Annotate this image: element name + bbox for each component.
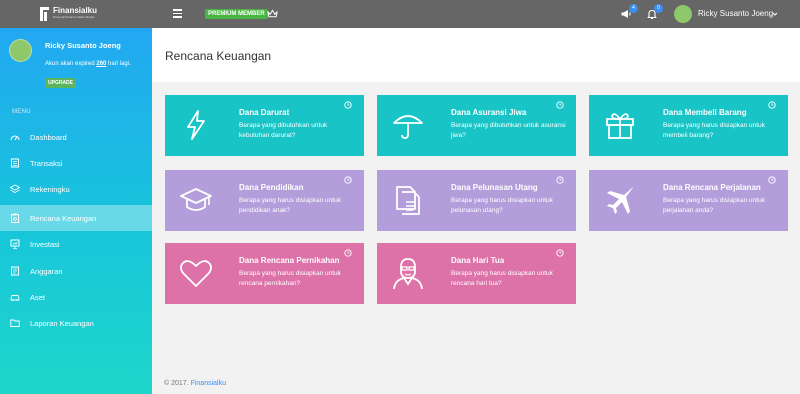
clipboard-icon [11, 213, 19, 223]
folder-icon [10, 319, 20, 327]
sidebar-item-label: Investasi [30, 239, 60, 249]
chevron-down-icon[interactable] [772, 11, 778, 17]
sidebar-item-label: Aset [30, 292, 46, 302]
bell-count-badge: 0 [654, 4, 663, 13]
card-title: Dana Asuransi Jiwa [451, 108, 527, 117]
plan-card-dana-darurat[interactable]: Dana Darurat Berapa yang dibutuhkan untu… [165, 95, 364, 156]
card-title: Dana Rencana Perjalanan [663, 183, 761, 192]
card-description: Berapa yang harus disiapkan untuk rencan… [239, 270, 341, 287]
menu-section-label: MENU [12, 109, 31, 115]
presentation-icon [10, 239, 20, 249]
card-title: Dana Rencana Pernikahan [239, 256, 340, 265]
sidebar-user-name: Ricky Susanto Joeng [45, 41, 121, 50]
car-icon [10, 295, 20, 301]
clock-icon [556, 249, 564, 257]
sidebar: Ricky Susanto Joeng Akun akan expired 26… [0, 28, 152, 394]
card-title: Dana Darurat [239, 108, 290, 117]
clock-icon [768, 176, 776, 184]
card-title: Dana Pendidikan [239, 183, 304, 192]
card-description: Berapa yang harus disiapkan untuk perjal… [663, 197, 765, 214]
footer-brand-link[interactable]: Finansialku [191, 380, 226, 387]
plan-card-dana-hari-tua[interactable]: Dana Hari Tua Berapa yang harus disiapka… [377, 243, 576, 304]
sidebar-item-investasi[interactable]: Investasi [0, 231, 152, 257]
logo[interactable]: Finansialku Personal Finance Made Simple [40, 5, 97, 21]
sidebar-item-aset[interactable]: Aset [0, 284, 152, 310]
premium-member-badge: PREMIUM MEMBER [205, 9, 268, 19]
card-description: Berapa yang harus disiapkan untuk membel… [663, 122, 765, 139]
sidebar-item-anggaran[interactable]: Anggaran [0, 258, 152, 284]
sidebar-item-label: Rencana Keuangan [30, 213, 97, 223]
crown-icon [267, 9, 278, 18]
sidebar-item-rencana-keuangan[interactable]: Rencana Keuangan [0, 205, 152, 231]
sidebar-item-label: Anggaran [30, 266, 63, 276]
clock-icon [556, 101, 564, 109]
card-description: Berapa yang harus disiapkan untuk pendid… [239, 197, 341, 214]
expiry-days: 260 [96, 61, 107, 67]
logo-mark-icon [40, 5, 50, 21]
card-title: Dana Hari Tua [451, 256, 505, 265]
logo-name: Finansialku [53, 6, 98, 15]
plan-card-dana-membeli-barang[interactable]: Dana Membeli Barang Berapa yang harus di… [589, 95, 788, 156]
card-description: Berapa yang harus disiapkan untuk rencan… [451, 270, 553, 287]
lightning-icon [187, 110, 205, 140]
upgrade-button[interactable]: UPGRADE [45, 78, 77, 88]
logo-tagline: Personal Finance Made Simple [53, 15, 95, 19]
card-description: Berapa yang dibutuhkan untuk asuransi ji… [451, 122, 566, 139]
clock-icon [344, 176, 352, 184]
transaction-icon [11, 158, 19, 168]
card-description: Berapa yang dibutuhkan untuk kebutuhan d… [239, 122, 328, 139]
copyright-text: © 2017. [164, 380, 191, 387]
top-bar: Finansialku Personal Finance Made Simple… [0, 0, 800, 28]
plan-card-dana-pelunasan-utang[interactable]: Dana Pelunasan Utang Berapa yang harus d… [377, 170, 576, 231]
avatar[interactable] [674, 5, 692, 23]
gift-icon [606, 113, 634, 139]
plan-card-dana-pendidikan[interactable]: Dana Pendidikan Berapa yang harus disiap… [165, 170, 364, 231]
documents-icon [396, 186, 420, 215]
heart-icon [180, 260, 212, 287]
clock-icon [344, 249, 352, 257]
sidebar-item-transaksi[interactable]: Transaksi [0, 150, 152, 176]
sidebar-item-laporan-keuangan[interactable]: Laporan Keuangan [0, 310, 152, 336]
plan-card-dana-rencana-perjalanan[interactable]: Dana Rencana Perjalanan Berapa yang haru… [589, 170, 788, 231]
umbrella-icon [393, 115, 423, 139]
sidebar-item-rekeningku[interactable]: Rekeningku [0, 176, 152, 202]
megaphone-count-badge: 4 [629, 4, 638, 13]
sidebar-item-label: Rekeningku [30, 184, 70, 194]
content-header: Rencana Keuangan [152, 28, 800, 82]
old-man-icon [393, 258, 423, 290]
graduation-cap-icon [180, 188, 212, 211]
sidebar-item-label: Laporan Keuangan [30, 318, 94, 328]
plan-card-dana-asuransi-jiwa[interactable]: Dana Asuransi Jiwa Berapa yang dibutuhka… [377, 95, 576, 156]
footer: © 2017. Finansialku [164, 380, 226, 387]
sidebar-item-label: Transaksi [30, 158, 63, 168]
clock-icon [768, 101, 776, 109]
sidebar-item-dashboard[interactable]: Dashboard [0, 124, 152, 150]
layers-icon [10, 184, 20, 194]
dashboard-icon [10, 135, 20, 141]
sidebar-item-label: Dashboard [30, 132, 67, 142]
clock-icon [344, 101, 352, 109]
user-menu-name[interactable]: Ricky Susanto Joeng [698, 9, 773, 18]
card-title: Dana Pelunasan Utang [451, 183, 538, 192]
card-description: Berapa yang harus disiapkan untuk peluna… [451, 197, 553, 214]
card-title: Dana Membeli Barang [663, 108, 747, 117]
page-title: Rencana Keuangan [165, 49, 272, 63]
sidebar-avatar [9, 39, 32, 62]
clock-icon [556, 176, 564, 184]
airplane-icon [607, 187, 633, 214]
budget-icon [11, 266, 19, 276]
account-expiry-text: Akun akan expired 260 hari lagi. [45, 61, 131, 67]
plan-card-dana-rencana-pernikahan[interactable]: Dana Rencana Pernikahan Berapa yang haru… [165, 243, 364, 304]
hamburger-menu-icon[interactable] [173, 9, 182, 18]
